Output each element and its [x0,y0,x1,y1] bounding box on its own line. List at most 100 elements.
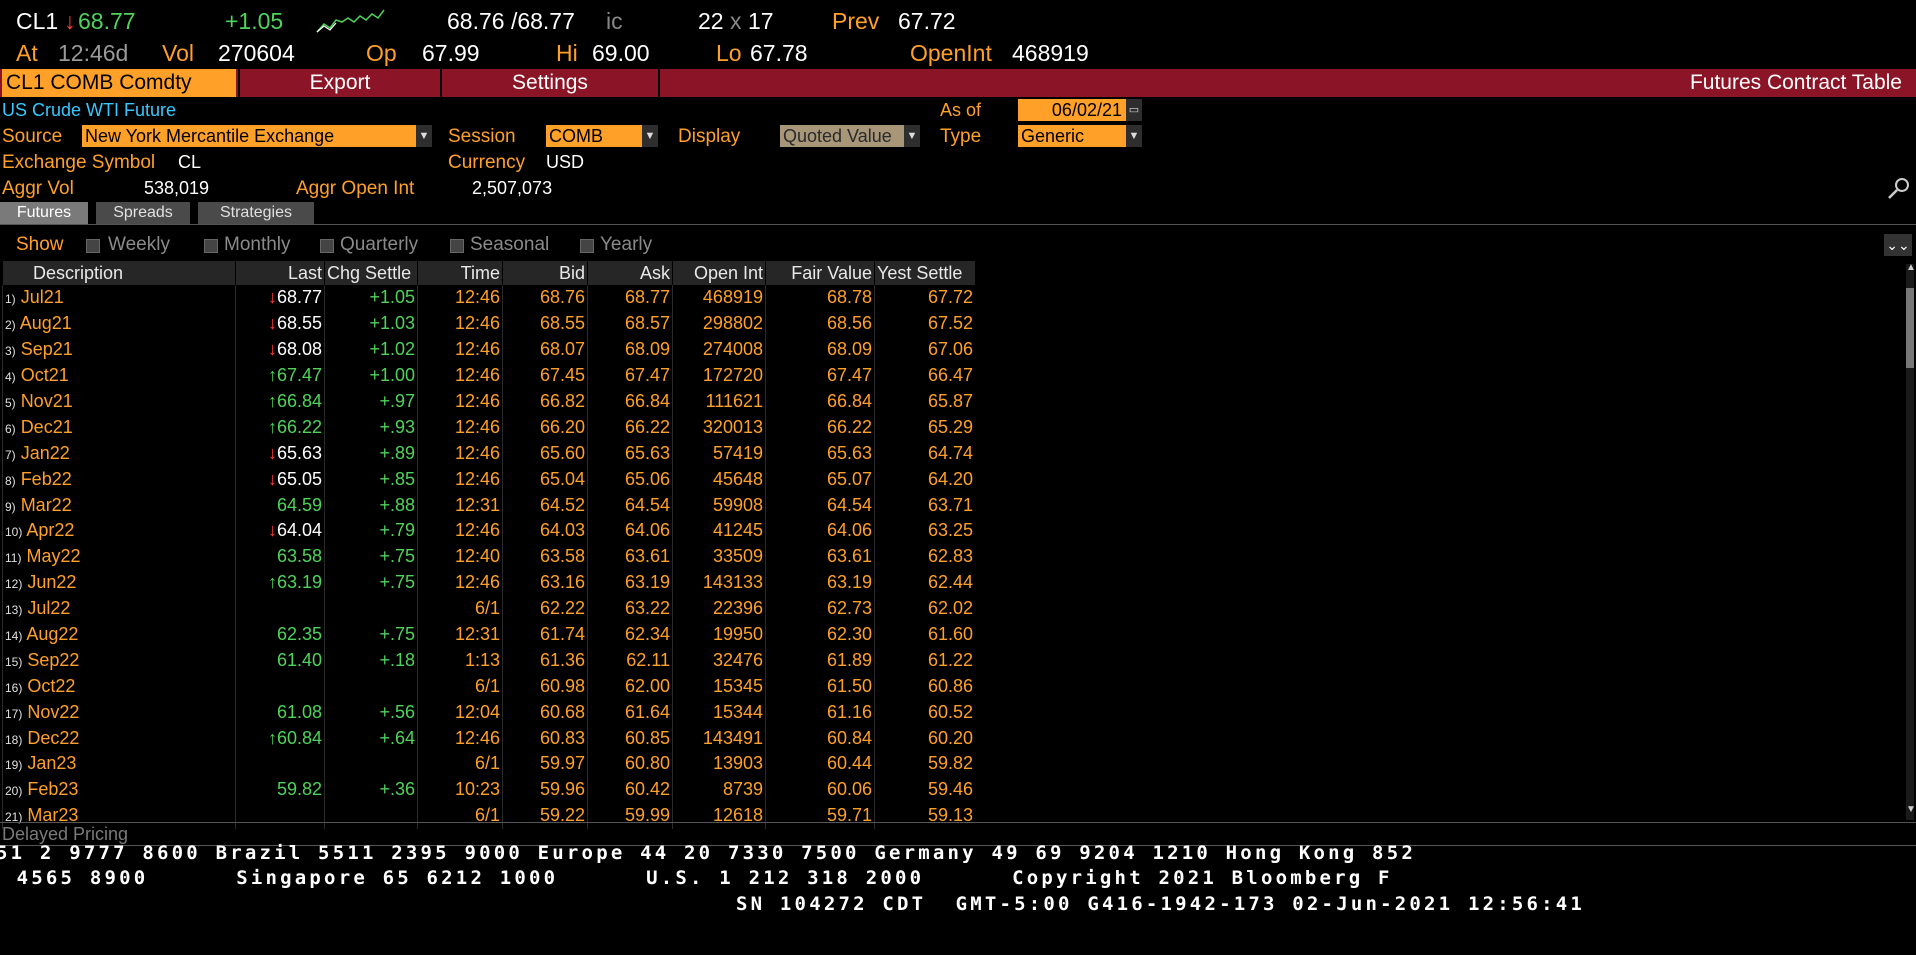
chevron-down-icon[interactable]: ▼ [642,125,658,147]
vertical-scrollbar[interactable] [1906,264,1914,820]
table-row[interactable]: 15) Sep22 61.40 +.18 1:13 61.36 62.11 32476 61.… [2,647,975,674]
session-select[interactable]: COMB [546,125,642,147]
description-cell[interactable]: 14) Aug22 [2,621,236,648]
chevron-down-icon[interactable]: ▼ [904,125,920,147]
col-bid[interactable]: Bid [502,261,588,285]
description-cell[interactable]: 11) May22 [2,543,236,570]
description-cell[interactable]: 19) Jan23 [2,751,236,777]
table-row[interactable]: 9) Mar22 64.59 +.88 12:31 64.52 64.54 59908 64.… [2,492,975,519]
page-title: Futures Contract Table [1689,71,1902,94]
table-row[interactable]: 13) Jul22 6/1 62.22 63.22 22396 62.73 62.02 [2,595,975,622]
col-yest-settle[interactable]: Yest Settle [874,261,975,285]
source-select[interactable]: New York Mercantile Exchange [82,125,416,147]
seasonal-checkbox[interactable] [450,239,464,253]
table-row[interactable]: 21) Mar23 6/1 59.22 59.99 12618 59.71 59.13 [2,802,975,829]
down-arrow-icon: ↓ [267,313,277,334]
chg-cell: +.93 [324,414,418,441]
col-chg-settle[interactable]: Chg Settle [324,261,418,285]
col-time[interactable]: Time [417,261,503,285]
description-cell[interactable]: 8) Feb22 [2,466,236,493]
chg-cell: +.75 [324,621,418,648]
yest-settle-cell: 62.44 [874,569,975,596]
high-label: Hi [556,40,578,66]
description-cell[interactable]: 16) Oct22 [2,673,236,700]
zoom-icon[interactable] [1886,176,1912,200]
quarterly-checkbox[interactable] [320,239,334,253]
session-label: Session [448,126,516,147]
description-cell[interactable]: 4) Oct21 [2,362,236,389]
table-row[interactable]: 1) Jul21 ↓68.77 +1.05 12:46 68.76 68.77 468919… [2,285,975,311]
row-number: 19) [5,758,23,773]
description-cell[interactable]: 15) Sep22 [2,647,236,674]
table-row[interactable]: 14) Aug22 62.35 +.75 12:31 61.74 62.34 19950 62… [2,621,975,648]
col-description[interactable]: Description [2,261,236,285]
table-row[interactable]: 16) Oct22 6/1 60.98 62.00 15345 61.50 60.86 [2,673,975,700]
open-int-cell: 8739 [672,776,766,803]
fair-value-cell: 60.06 [765,776,875,803]
description-cell[interactable]: 12) Jun22 [2,569,236,596]
table-row[interactable]: 6) Dec21 ↑66.22 +.93 12:46 66.20 66.22 320013 6… [2,414,975,441]
tab-spreads[interactable]: Spreads [96,202,190,224]
type-select[interactable]: Generic [1018,125,1126,147]
col-ask[interactable]: Ask [587,261,673,285]
col-open-int[interactable]: Open Int [672,261,766,285]
table-row[interactable]: 3) Sep21 ↓68.08 +1.02 12:46 68.07 68.09 274008… [2,336,975,363]
last-cell: ↓68.08 [235,336,325,363]
description-cell[interactable]: 6) Dec21 [2,414,236,441]
up-arrow-icon: ↑ [267,365,277,386]
description-cell[interactable]: 1) Jul21 [2,285,236,311]
instrument-name: US Crude WTI Future [2,100,177,120]
display-select[interactable]: Quoted Value [780,125,904,147]
ask-cell: 59.99 [587,802,673,829]
description-cell[interactable]: 9) Mar22 [2,492,236,519]
description-cell[interactable]: 20) Feb23 [2,776,236,803]
description-cell[interactable]: 13) Jul22 [2,595,236,622]
table-row[interactable]: 2) Aug21 ↓68.55 +1.03 12:46 68.55 68.57 298802… [2,310,975,337]
chg-cell [324,595,418,622]
description-cell[interactable]: 7) Jan22 [2,440,236,467]
monthly-checkbox[interactable] [204,239,218,253]
table-row[interactable]: 11) May22 63.58 +.75 12:40 63.58 63.61 33509 63… [2,543,975,570]
scroll-up-icon[interactable]: ▲ [1906,262,1916,273]
description-cell[interactable]: 5) Nov21 [2,388,236,415]
asof-date-input[interactable]: 06/02/21 [1018,99,1126,121]
scroll-down-icon[interactable]: ▼ [1906,804,1916,815]
chevron-down-icon[interactable]: ▼ [416,125,432,147]
col-fair-value[interactable]: Fair Value [765,261,875,285]
last-cell: ↑63.19 [235,569,325,596]
scrollbar-thumb[interactable] [1906,288,1914,368]
description-cell[interactable]: 17) Nov22 [2,699,236,726]
low-label: Lo [716,40,742,66]
up-arrow-icon: ↑ [267,727,277,748]
description-cell[interactable]: 18) Dec22 [2,725,236,752]
description-cell[interactable]: 3) Sep21 [2,336,236,363]
time-cell: 12:46 [417,310,503,337]
table-row[interactable]: 20) Feb23 59.82 +.36 10:23 59.96 60.42 8739 60.… [2,776,975,803]
settings-button[interactable]: Settings [440,69,658,97]
description-cell[interactable]: 2) Aug21 [2,310,236,337]
table-row[interactable]: 8) Feb22 ↓65.05 +.85 12:46 65.04 65.06 45648 65… [2,466,975,493]
description-cell[interactable]: 10) Apr22 [2,518,236,544]
prev-label: Prev [832,8,880,34]
table-row[interactable]: 12) Jun22 ↑63.19 +.75 12:46 63.16 63.19 143133… [2,569,975,596]
collapse-chevron-icon[interactable]: ⌄⌄ [1884,234,1912,256]
chevron-down-icon[interactable]: ▼ [1126,125,1142,147]
yearly-checkbox[interactable] [580,239,594,253]
calendar-icon[interactable]: ▭ [1126,99,1142,121]
tab-futures[interactable]: Futures [0,202,88,224]
table-row[interactable]: 19) Jan23 6/1 59.97 60.80 13903 60.44 59.82 [2,751,975,777]
weekly-checkbox[interactable] [86,239,100,253]
table-row[interactable]: 7) Jan22 ↓65.63 +.89 12:46 65.60 65.63 57419 65… [2,440,975,467]
table-row[interactable]: 10) Apr22 ↓64.04 +.79 12:46 64.03 64.06 41245 6… [2,518,975,544]
export-button[interactable]: Export [238,69,440,97]
table-row[interactable]: 4) Oct21 ↑67.47 +1.00 12:46 67.45 67.47 172720… [2,362,975,389]
security-field[interactable]: CL1 COMB Comdty [2,69,236,97]
tab-strategies[interactable]: Strategies [198,202,314,224]
table-row[interactable]: 18) Dec22 ↑60.84 +.64 12:46 60.83 60.85 143491… [2,725,975,752]
col-last[interactable]: Last [235,261,325,285]
last-value: 66.22 [276,416,322,437]
table-row[interactable]: 5) Nov21 ↑66.84 +.97 12:46 66.82 66.84 111621 6… [2,388,975,415]
row-number: 4) [5,370,16,385]
chg-cell: +.79 [324,518,418,544]
table-row[interactable]: 17) Nov22 61.08 +.56 12:04 60.68 61.64 15344 61… [2,699,975,726]
